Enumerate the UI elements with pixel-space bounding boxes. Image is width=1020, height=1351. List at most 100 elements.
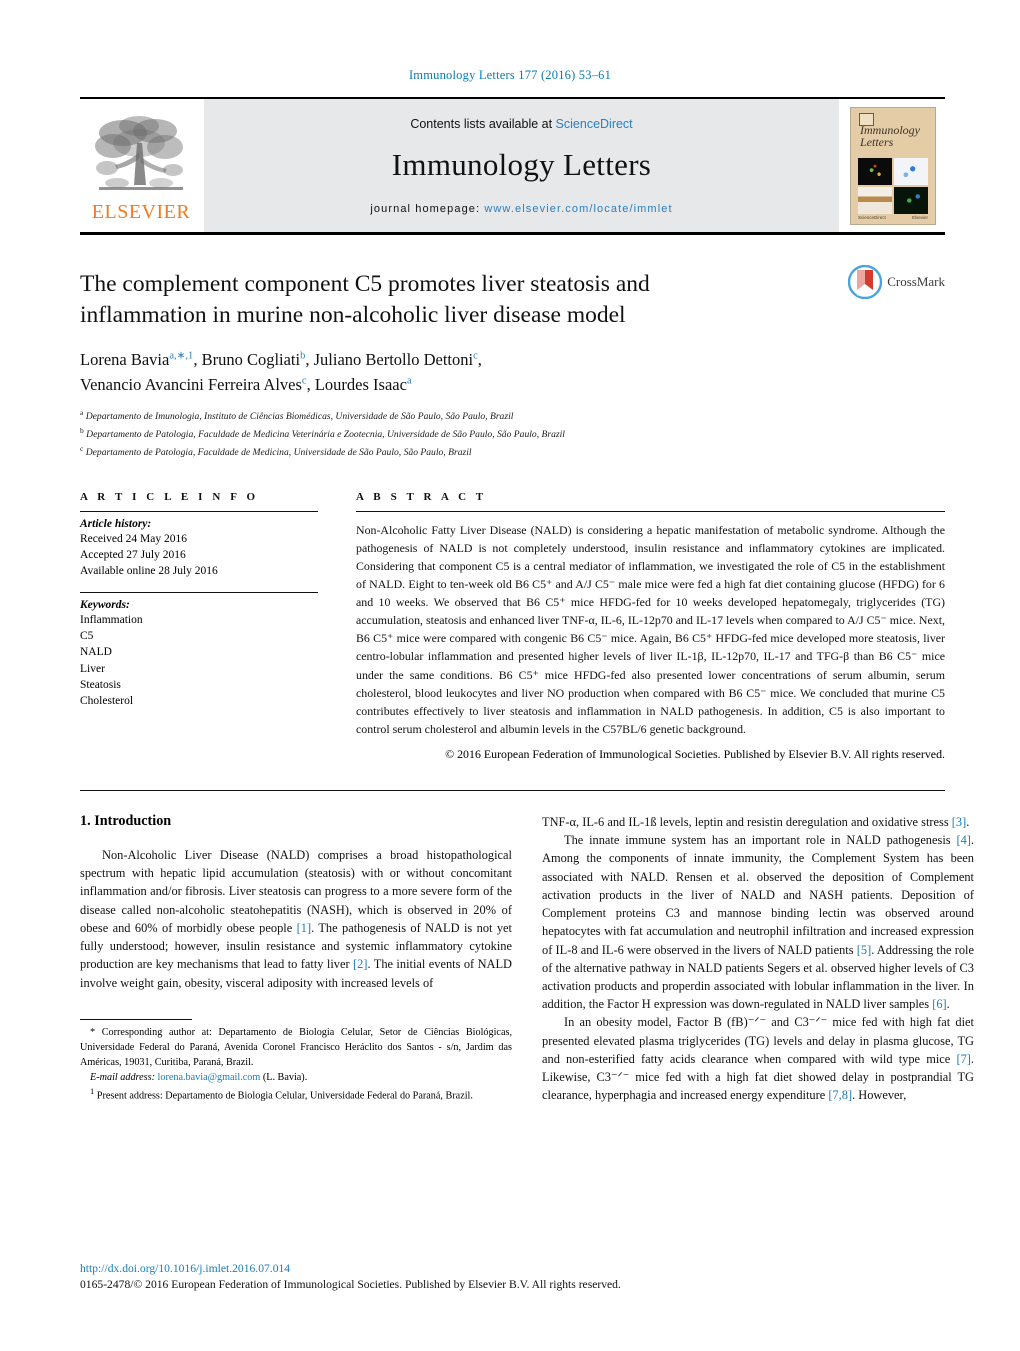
intro-p2-part2: . Among the components of innate immunit… — [542, 833, 974, 957]
footnote-present-address-text: Present address: Departamento de Biologi… — [96, 1090, 473, 1102]
affiliation-text: Departamento de Imunologia, Instituto de… — [85, 411, 514, 423]
email-address-link[interactable]: lorena.bavia@gmail.com — [158, 1072, 261, 1083]
keyword-item: NALD — [80, 646, 112, 659]
author-line1-end: , — [477, 349, 482, 369]
intro-paragraph-1: Non-Alcoholic Liver Disease (NALD) compr… — [80, 846, 512, 992]
footnote-corresponding-author: * Corresponding author at: Departamento … — [80, 1026, 512, 1070]
footnote-rule — [80, 1019, 192, 1021]
page-footer: http://dx.doi.org/10.1016/j.imlet.2016.0… — [80, 1261, 780, 1293]
title-block: CrossMark The complement component C5 pr… — [80, 265, 945, 461]
elsevier-tree-icon — [95, 116, 183, 190]
body-columns: 1. Introduction Non-Alcoholic Liver Dise… — [80, 813, 974, 1105]
citation-1[interactable]: [1] — [297, 921, 311, 935]
section-heading-introduction: 1. Introduction — [80, 812, 172, 829]
elsevier-logo: ELSEVIER — [80, 99, 202, 232]
history-received: Received 24 May 2016 — [80, 532, 187, 545]
citation-6[interactable]: [6] — [932, 997, 946, 1011]
body-separator-rule — [80, 789, 945, 791]
author-4-name: Venancio Avancini Ferreira Alves — [80, 374, 302, 394]
citation-7-8[interactable]: [7,8] — [828, 1088, 852, 1102]
intro-p1-cont-part2: . — [966, 814, 970, 829]
paper-page: Immunology Letters 177 (2016) 53–61 ELSE… — [0, 0, 1020, 1351]
email-owner: (L. Bavia). — [262, 1071, 308, 1083]
page-title: The complement component C5 promotes liv… — [80, 271, 650, 329]
issn-copyright-line: 0165-2478/© 2016 European Federation of … — [80, 1277, 621, 1291]
article-info-column: A R T I C L E I N F O Article history: R… — [80, 491, 318, 762]
affiliation-marker: a — [80, 408, 84, 418]
info-abstract-region: A R T I C L E I N F O Article history: R… — [80, 491, 945, 762]
keywords-label: Keywords: — [80, 598, 130, 611]
cover-image-4 — [894, 186, 928, 214]
history-accepted: Accepted 27 July 2016 — [80, 549, 186, 562]
email-address-label: E-mail address: — [90, 1071, 155, 1083]
doi-link[interactable]: http://dx.doi.org/10.1016/j.imlet.2016.0… — [80, 1261, 780, 1277]
article-info-heading: A R T I C L E I N F O — [80, 490, 259, 503]
crossmark-badge[interactable]: CrossMark — [848, 265, 945, 299]
cover-footer-left: ScienceDirect — [858, 214, 886, 220]
affiliation-text: Departamento de Patologia, Faculdade de … — [85, 447, 472, 459]
affiliation-item: a Departamento de Imunologia, Instituto … — [80, 407, 945, 425]
affiliation-list: a Departamento de Imunologia, Instituto … — [80, 407, 945, 460]
contents-prefix: Contents lists available at — [410, 116, 556, 131]
cover-footer: ScienceDirect Elsevier — [858, 215, 928, 220]
affiliation-marker: b — [80, 426, 84, 436]
homepage-prefix: journal homepage: — [370, 202, 481, 215]
keywords-block: Keywords: Inflammation C5 NALD Liver Ste… — [80, 593, 318, 720]
author-5-sup: a — [406, 375, 412, 387]
abstract-copyright: © 2016 European Federation of Immunologi… — [445, 746, 945, 761]
author-2-name: , Bruno Cogliati — [193, 349, 301, 369]
intro-p1-cont-part1: TNF-α, IL-6 and IL-1ß levels, leptin and… — [542, 814, 952, 829]
citation-4[interactable]: [4] — [956, 833, 970, 847]
author-5-name: , Lourdes Isaac — [306, 374, 407, 394]
history-available-online: Available online 28 July 2016 — [80, 565, 218, 578]
keyword-item: Steatosis — [80, 679, 121, 692]
citation-2[interactable]: [2] — [353, 957, 367, 971]
crossmark-icon — [848, 265, 883, 299]
cover-footer-right: Elsevier — [911, 214, 928, 220]
abstract-text: Non-Alcoholic Fatty Liver Disease (NALD)… — [356, 522, 945, 736]
affiliation-text: Departamento de Patologia, Faculdade de … — [86, 429, 565, 441]
footnote-email-line: E-mail address: lorena.bavia@gmail.com (… — [80, 1071, 512, 1086]
author-1-name: Lorena Bavia — [80, 349, 170, 369]
author-3-name: , Juliano Bertollo Dettoni — [305, 349, 474, 369]
journal-band: Contents lists available at ScienceDirec… — [202, 99, 841, 232]
keyword-item: Liver — [80, 662, 105, 675]
intro-paragraph-1-continued: TNF-α, IL-6 and IL-1ß levels, leptin and… — [542, 813, 974, 831]
homepage-url-link[interactable]: www.elsevier.com/locate/immlet — [484, 203, 672, 215]
footnote-corresponding-text: * Corresponding author at: Departamento … — [80, 1027, 512, 1068]
cover-title-script: Immunology Letters — [860, 122, 920, 150]
elsevier-wordmark: ELSEVIER — [91, 201, 191, 223]
contents-available-line: Contents lists available at ScienceDirec… — [410, 117, 632, 131]
cover-image-grid — [858, 157, 928, 214]
article-history-label: Article history: — [80, 517, 152, 530]
affiliation-item: b Departamento de Patologia, Faculdade d… — [80, 425, 945, 443]
keyword-item: Cholesterol — [80, 695, 134, 708]
footnote-block: * Corresponding author at: Departamento … — [80, 1019, 512, 1104]
intro-p3-part1: In an obesity model, Factor B (fB)⁻ᐟ⁻ an… — [542, 1015, 974, 1066]
author-1-sup: a,∗,1 — [169, 350, 194, 362]
abstract-heading: A B S T R A C T — [356, 490, 487, 503]
author-list: Lorena Baviaa,∗,1, Bruno Cogliatib, Juli… — [80, 348, 800, 398]
body-column-right: TNF-α, IL-6 and IL-1ß levels, leptin and… — [542, 813, 974, 1105]
journal-title: Immunology Letters — [391, 146, 652, 182]
journal-cover-block: Immunology Letters ScienceDirect Elsevie… — [841, 99, 945, 232]
keyword-item: C5 — [80, 630, 94, 643]
cover-image-1 — [858, 157, 892, 185]
abstract-column: A B S T R A C T Non-Alcoholic Fatty Live… — [356, 491, 945, 762]
journal-homepage-line: journal homepage: www.elsevier.com/locat… — [370, 203, 672, 215]
citation-3[interactable]: [3] — [952, 815, 966, 829]
cover-image-2 — [894, 157, 928, 185]
running-head: Immunology Letters 177 (2016) 53–61 — [408, 68, 612, 82]
article-history-block: Article history: Received 24 May 2016 Ac… — [80, 512, 318, 590]
journal-cover-thumbnail: Immunology Letters ScienceDirect Elsevie… — [850, 106, 936, 225]
intro-paragraph-2: The innate immune system has an importan… — [542, 831, 974, 1013]
citation-5[interactable]: [5] — [857, 943, 871, 957]
footnote-present-address: 1 Present address: Departamento de Biolo… — [80, 1085, 512, 1104]
sciencedirect-link[interactable]: ScienceDirect — [556, 117, 633, 131]
cover-image-3 — [858, 186, 892, 214]
keyword-item: Inflammation — [80, 613, 143, 626]
crossmark-label: CrossMark — [887, 274, 945, 289]
citation-7[interactable]: [7] — [956, 1052, 970, 1066]
body-column-left: 1. Introduction Non-Alcoholic Liver Dise… — [80, 813, 512, 1105]
footnote-marker-1: 1 — [90, 1086, 95, 1097]
